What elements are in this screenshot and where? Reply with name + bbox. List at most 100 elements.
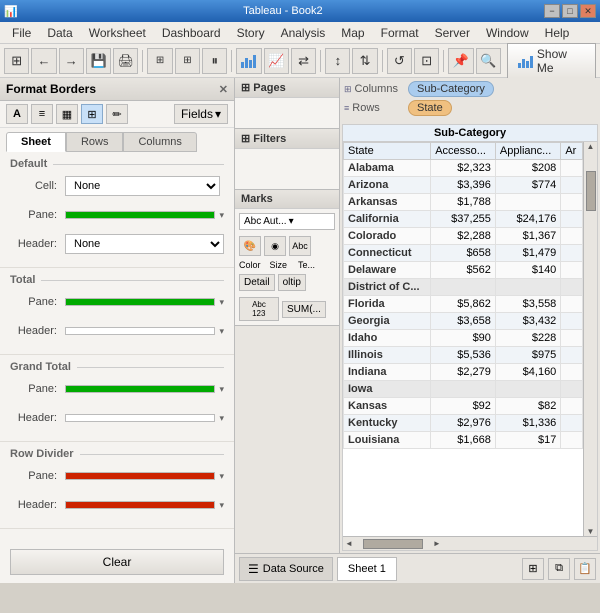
art-cell xyxy=(561,313,583,330)
sort2-button[interactable]: ⇅ xyxy=(352,48,377,74)
sum-text-btn[interactable]: SUM(... xyxy=(282,301,326,318)
h-scroll-thumb[interactable] xyxy=(363,539,423,549)
menu-map[interactable]: Map xyxy=(333,24,372,42)
align-btn[interactable]: ≡ xyxy=(31,104,53,124)
scroll-thumb[interactable] xyxy=(586,171,596,211)
accessories-cell: $2,976 xyxy=(431,415,496,432)
sum-label: SUM(... xyxy=(287,304,321,315)
menu-worksheet[interactable]: Worksheet xyxy=(81,24,154,42)
undo-button[interactable]: ⊞ xyxy=(147,48,172,74)
pause-button[interactable]: ⏸ xyxy=(202,48,227,74)
text-btn[interactable]: Abc xyxy=(289,236,311,256)
redo-button[interactable]: ⊞ xyxy=(175,48,200,74)
border-btn[interactable]: ⊞ xyxy=(81,104,103,124)
menu-format[interactable]: Format xyxy=(373,24,427,42)
format-panel-close[interactable]: ✕ xyxy=(219,83,228,96)
scroll-up-arrow[interactable]: ▲ xyxy=(587,142,595,151)
menu-help[interactable]: Help xyxy=(537,24,578,42)
cell-control: None xyxy=(65,176,224,196)
header-arrow-2[interactable]: ▾ xyxy=(219,326,224,337)
new-button[interactable]: ⊞ xyxy=(4,48,29,74)
tooltip-btn[interactable]: oltip xyxy=(278,274,306,291)
view-button[interactable]: 🔍 xyxy=(476,48,501,74)
save-button[interactable]: 💾 xyxy=(86,48,111,74)
show-me-button[interactable]: Show Me xyxy=(507,43,596,79)
marks-type-btn[interactable]: Abc Aut... ▾ xyxy=(239,213,335,230)
lines-btn[interactable]: ✏ xyxy=(106,104,128,124)
sheet-1-tab[interactable]: Sheet 1 xyxy=(337,557,397,581)
paste-sheet-btn[interactable]: 📋 xyxy=(574,558,596,580)
duplicate-sheet-btn[interactable]: ⧉ xyxy=(548,558,570,580)
header-arrow-4[interactable]: ▾ xyxy=(219,500,224,511)
tab-columns[interactable]: Columns xyxy=(123,132,196,152)
pin-button[interactable]: 📌 xyxy=(448,48,473,74)
cell-dropdown[interactable]: None xyxy=(65,176,220,196)
pages-panel: ⊞ Pages xyxy=(235,78,339,129)
swap-button[interactable]: ⇄ xyxy=(291,48,316,74)
appliances-cell: $3,432 xyxy=(495,313,560,330)
appliances-cell: $24,176 xyxy=(495,211,560,228)
header-label-4: Header: xyxy=(10,499,65,511)
tab-rows[interactable]: Rows xyxy=(66,132,124,152)
columns-pill[interactable]: Sub-Category xyxy=(408,81,494,97)
art-cell xyxy=(561,364,583,381)
text-icon: Abc xyxy=(292,241,308,251)
header-color-4[interactable] xyxy=(65,501,215,509)
vertical-scrollbar[interactable]: ▲ ▼ xyxy=(583,142,597,536)
pane-arrow-3[interactable]: ▾ xyxy=(219,384,224,395)
sum-btn[interactable]: Abc123 xyxy=(239,297,279,321)
font-btn[interactable]: A xyxy=(6,104,28,124)
menu-analysis[interactable]: Analysis xyxy=(273,24,334,42)
line-chart-button[interactable]: 📈 xyxy=(264,48,289,74)
pane-arrow-4[interactable]: ▾ xyxy=(219,471,224,482)
minimize-button[interactable]: − xyxy=(544,4,560,18)
header-arrow-3[interactable]: ▾ xyxy=(219,413,224,424)
pane-color-1[interactable] xyxy=(65,211,215,219)
menu-server[interactable]: Server xyxy=(427,24,478,42)
col-state: State xyxy=(344,143,431,160)
tab-sheet[interactable]: Sheet xyxy=(6,132,66,152)
rows-pill[interactable]: State xyxy=(408,100,452,116)
appliances-cell: $208 xyxy=(495,160,560,177)
forward-button[interactable]: → xyxy=(59,48,84,74)
size-btn[interactable]: ◉ xyxy=(264,236,286,256)
shelf-area: ⊞ Columns Sub-Category ≡ Rows xyxy=(340,78,600,122)
maximize-button[interactable]: □ xyxy=(562,4,578,18)
new-sheet-btn[interactable]: ⊞ xyxy=(522,558,544,580)
pane-arrow-1[interactable]: ▾ xyxy=(219,210,224,221)
state-cell: Colorado xyxy=(344,228,431,245)
pane-color-4[interactable] xyxy=(65,472,215,480)
back-button[interactable]: ← xyxy=(31,48,56,74)
print-button[interactable]: 🖨 xyxy=(113,48,138,74)
bar-chart-button[interactable] xyxy=(236,48,261,74)
pane-color-2[interactable] xyxy=(65,298,215,306)
menu-data[interactable]: Data xyxy=(39,24,80,42)
format-panel-header: Format Borders ✕ xyxy=(0,78,234,101)
detail-btn[interactable]: Detail xyxy=(239,274,275,291)
menu-file[interactable]: File xyxy=(4,24,39,42)
horizontal-scrollbar[interactable]: ◄ ► xyxy=(343,536,597,550)
marks-header: Marks xyxy=(235,190,339,209)
data-source-icon: ☰ xyxy=(248,562,259,576)
color-btn[interactable]: 🎨 xyxy=(239,236,261,256)
pane-color-3[interactable] xyxy=(65,385,215,393)
refresh-button[interactable]: ↺ xyxy=(387,48,412,74)
menu-window[interactable]: Window xyxy=(478,24,537,42)
state-cell: Indiana xyxy=(344,364,431,381)
pages-content xyxy=(235,98,339,128)
sort-button[interactable]: ↕ xyxy=(325,48,350,74)
clear-button[interactable]: Clear xyxy=(10,549,224,575)
data-source-tab[interactable]: ☰ Data Source xyxy=(239,557,333,581)
scroll-down-arrow[interactable]: ▼ xyxy=(587,527,595,536)
stop-button[interactable]: ⊡ xyxy=(414,48,439,74)
header-dropdown-1[interactable]: None xyxy=(65,234,224,254)
shading-btn[interactable]: ▦ xyxy=(56,104,78,124)
pane-arrow-2[interactable]: ▾ xyxy=(219,297,224,308)
menu-story[interactable]: Story xyxy=(229,24,273,42)
close-button[interactable]: ✕ xyxy=(580,4,596,18)
scroll-left-arrow[interactable]: ◄ xyxy=(345,539,353,548)
menu-dashboard[interactable]: Dashboard xyxy=(154,24,229,42)
fields-dropdown[interactable]: Fields ▾ xyxy=(174,104,228,124)
scroll-right-arrow[interactable]: ► xyxy=(433,539,441,548)
art-cell xyxy=(561,211,583,228)
